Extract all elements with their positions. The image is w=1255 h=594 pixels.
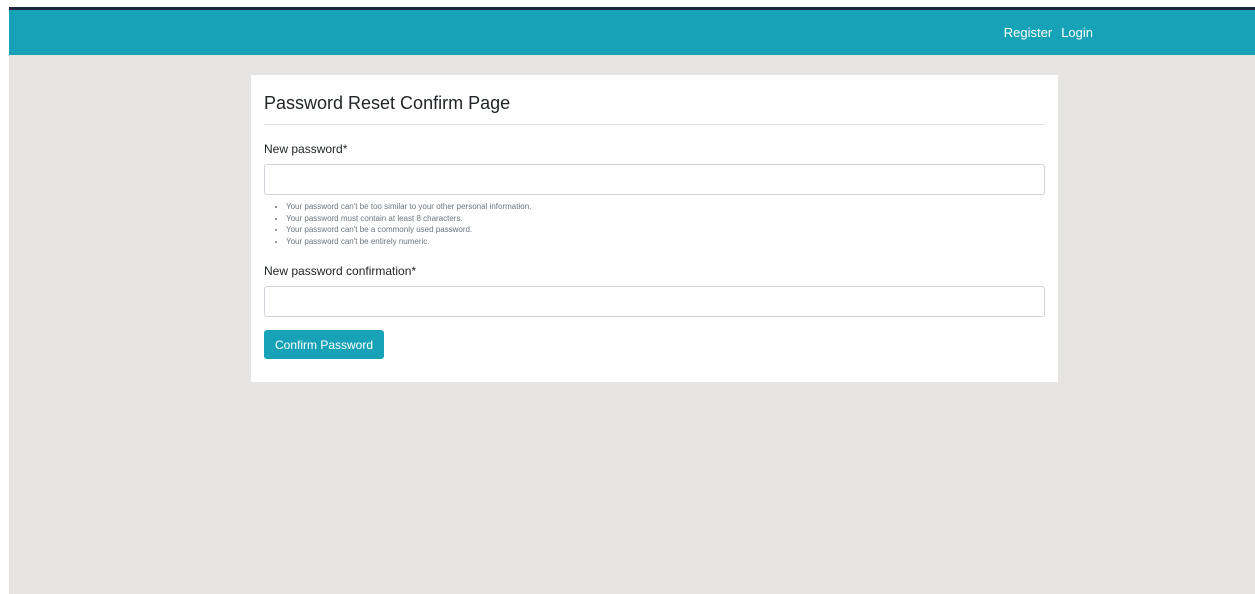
register-link[interactable]: Register [1004, 25, 1052, 40]
page-title: Password Reset Confirm Page [264, 93, 511, 113]
confirm-password-button[interactable]: Confirm Password [264, 330, 385, 359]
page-viewport: Register Login Password Reset Confirm Pa… [9, 7, 1255, 594]
new-password-label: New password* [264, 142, 348, 156]
password-help-list: Your password can't be too similar to yo… [264, 201, 1045, 247]
confirm-password-label: New password confirmation* [264, 264, 417, 278]
title-divider [264, 124, 1045, 125]
help-item: Your password can't be too similar to yo… [286, 201, 1045, 213]
login-link[interactable]: Login [1061, 25, 1093, 40]
help-item: Your password must contain at least 8 ch… [286, 213, 1045, 225]
help-item: Your password can't be entirely numeric. [286, 236, 1045, 248]
new-password-input[interactable] [264, 164, 1045, 195]
confirm-password-input[interactable] [264, 286, 1045, 317]
password-reset-card: Password Reset Confirm Page New password… [251, 75, 1058, 382]
help-item: Your password can't be a commonly used p… [286, 224, 1045, 236]
navbar: Register Login [9, 10, 1255, 55]
nav-links: Register Login [995, 10, 1093, 55]
password-reset-form: New password* Your password can't be too… [264, 141, 1045, 359]
